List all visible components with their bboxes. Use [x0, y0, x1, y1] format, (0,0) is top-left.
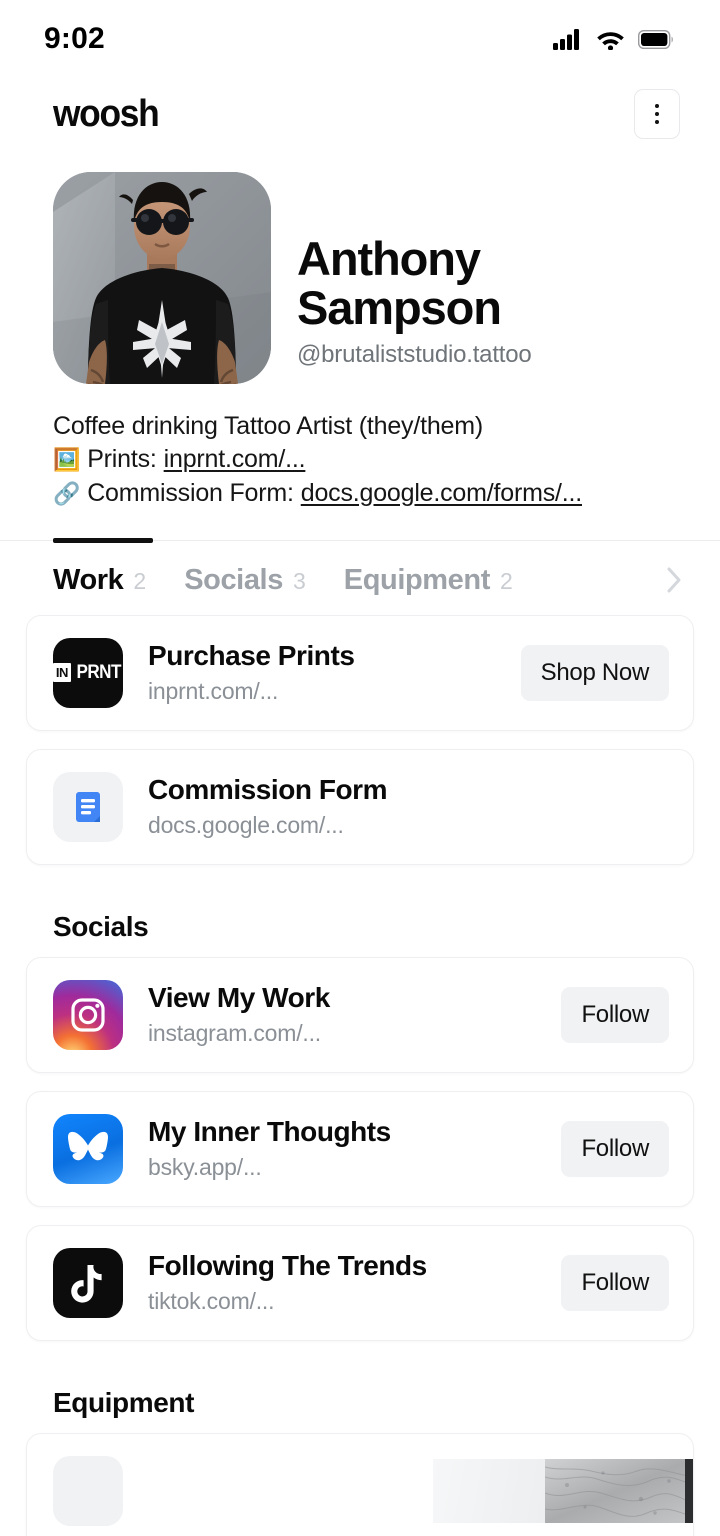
bio-commission-label: Commission Form: — [87, 478, 294, 507]
link-card-purchase-prints[interactable]: IN PRNT Purchase Prints inprnt.com/... S… — [26, 614, 694, 731]
bio-line-2: 🖼️ Prints: inprnt.com/... — [53, 443, 680, 476]
follow-button-bluesky[interactable]: Follow — [561, 1120, 669, 1177]
profile-name: Anthony Sampson — [297, 232, 502, 335]
tab-count: 2 — [133, 567, 147, 594]
inprnt-in-text: IN — [53, 663, 71, 683]
tiktok-icon — [53, 1247, 123, 1318]
card-url: tiktok.com/... — [148, 1288, 275, 1315]
wifi-icon — [597, 31, 624, 50]
status-bar-clock: 9:02 — [44, 22, 105, 55]
profile-bio: Coffee drinking Tattoo Artist (they/them… — [0, 384, 720, 510]
inprnt-logo-icon: IN PRNT — [53, 637, 123, 708]
tab-socials[interactable]: Socials 3 — [184, 564, 306, 597]
bluesky-icon — [53, 1113, 123, 1184]
equipment-thumbnail-placeholder — [433, 1458, 545, 1523]
tab-work[interactable]: Work 2 — [53, 564, 146, 597]
card-url: bsky.app/... — [148, 1154, 262, 1181]
instagram-icon — [53, 979, 123, 1050]
tab-count: 2 — [499, 567, 513, 594]
bio-prints-label: Prints: — [87, 445, 157, 474]
tab-equipment[interactable]: Equipment 2 — [344, 564, 513, 597]
card-text: Following The Trends tiktok.com/... — [123, 1250, 561, 1315]
status-bar: 9:02 — [0, 0, 720, 78]
card-url: docs.google.com/... — [148, 812, 344, 839]
overflow-menu-icon — [655, 112, 659, 116]
bio-text: Coffee drinking Tattoo Artist (they/them… — [53, 412, 483, 440]
overflow-menu-icon — [655, 104, 659, 108]
section-heading-socials: Socials — [53, 910, 149, 942]
tab-count: 3 — [292, 567, 306, 594]
card-url: inprnt.com/... — [148, 678, 279, 705]
cellular-signal-icon — [553, 28, 579, 50]
bio-commission-link[interactable]: docs.google.com/forms/... — [301, 477, 582, 510]
card-url: instagram.com/... — [148, 1020, 321, 1047]
link-card-tiktok[interactable]: Following The Trends tiktok.com/... Foll… — [26, 1224, 694, 1341]
framed-picture-icon: 🖼️ — [53, 447, 81, 473]
card-text: My Inner Thoughts bsky.app/... — [123, 1116, 561, 1181]
link-card-bluesky[interactable]: My Inner Thoughts bsky.app/... Follow — [26, 1090, 694, 1207]
shop-now-button[interactable]: Shop Now — [520, 644, 669, 701]
card-text: Purchase Prints inprnt.com/... — [123, 640, 521, 705]
card-text: View My Work instagram.com/... — [123, 982, 561, 1047]
equipment-thumbnails — [433, 1458, 693, 1523]
section-heading-equipment: Equipment — [53, 1386, 195, 1418]
profile-header: Anthony Sampson @brutaliststudio.tattoo — [0, 150, 720, 384]
app-bar: woosh — [0, 78, 720, 150]
card-title: View My Work — [148, 982, 330, 1014]
equipment-icon-placeholder — [53, 1455, 123, 1526]
follow-button-instagram[interactable]: Follow — [561, 986, 669, 1043]
equipment-thumbnail-photo — [545, 1458, 693, 1523]
profile-identity: Anthony Sampson @brutaliststudio.tattoo — [271, 172, 680, 369]
inprnt-prnt-text: PRNT — [76, 662, 121, 684]
card-text: Commission Form docs.google.com/... — [123, 774, 669, 839]
avatar[interactable] — [53, 172, 271, 384]
card-title: Following The Trends — [148, 1250, 427, 1282]
card-title: Commission Form — [148, 774, 388, 806]
app-logo[interactable]: woosh — [53, 93, 160, 136]
tab-list: Work 2 Socials 3 Equipment 2 — [0, 540, 720, 615]
content-area: IN PRNT Purchase Prints inprnt.com/... S… — [0, 614, 720, 1536]
overflow-menu-button[interactable] — [634, 89, 680, 139]
avatar-photo — [53, 172, 271, 384]
chevron-right-icon[interactable] — [666, 566, 682, 594]
link-card-commission-form[interactable]: Commission Form docs.google.com/... — [26, 748, 694, 865]
bio-line-1: Coffee drinking Tattoo Artist (they/them… — [53, 410, 680, 443]
status-bar-icons — [553, 28, 674, 50]
card-title: Purchase Prints — [148, 640, 355, 672]
profile-handle: @brutaliststudio.tattoo — [297, 340, 532, 368]
bio-prints-link[interactable]: inprnt.com/... — [164, 443, 306, 476]
bio-line-3: 🔗 Commission Form: docs.google.com/forms… — [53, 477, 680, 510]
link-chain-icon: 🔗 — [53, 480, 81, 506]
overflow-menu-icon — [655, 120, 659, 124]
follow-button-tiktok[interactable]: Follow — [561, 1254, 669, 1311]
google-docs-icon — [53, 771, 123, 842]
tab-label: Work — [53, 563, 124, 596]
tab-bar: Work 2 Socials 3 Equipment 2 — [0, 537, 720, 615]
card-title: My Inner Thoughts — [148, 1116, 391, 1148]
tab-label: Equipment — [343, 563, 491, 596]
tab-label: Socials — [184, 563, 283, 596]
link-card-instagram[interactable]: View My Work instagram.com/... Follow — [26, 956, 694, 1073]
active-tab-indicator — [53, 537, 153, 543]
app-screen: 9:02 woosh Anthony Sampson @brutaliststu… — [0, 0, 720, 1536]
battery-icon — [638, 29, 673, 49]
equipment-card[interactable] — [26, 1432, 694, 1536]
